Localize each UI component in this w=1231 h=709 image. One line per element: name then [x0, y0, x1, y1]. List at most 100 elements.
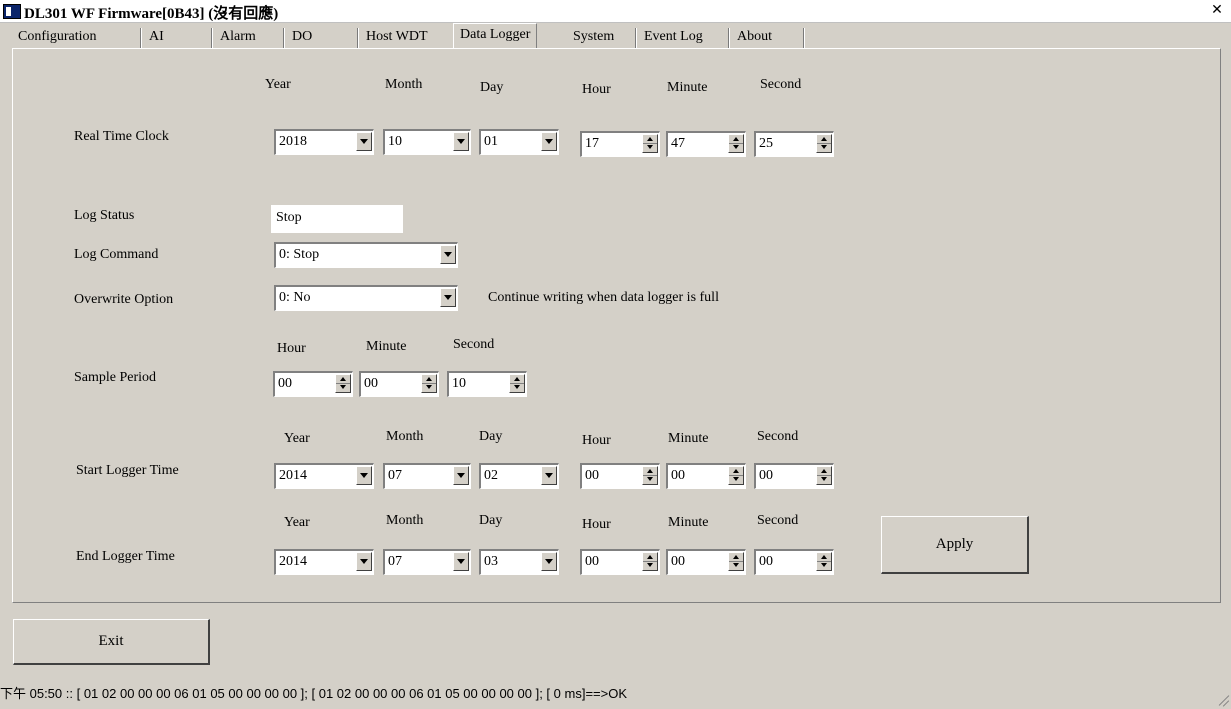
tab-separator: [728, 28, 730, 48]
tab-alarm[interactable]: Alarm: [214, 27, 262, 47]
overwrite-select[interactable]: 0: No: [274, 285, 458, 311]
overwrite-note: Continue writing when data logger is ful…: [488, 290, 719, 305]
start-year-select[interactable]: 2014: [274, 463, 374, 489]
start-time-label: Start Logger Time: [76, 463, 179, 478]
chevron-down-icon[interactable]: [541, 552, 557, 571]
chevron-down-icon[interactable]: [440, 288, 456, 307]
tab-host-wdt[interactable]: Host WDT: [360, 27, 434, 47]
start-day-value: 02: [484, 468, 498, 483]
apply-button[interactable]: Apply: [881, 516, 1029, 574]
start-day-select[interactable]: 02: [479, 463, 559, 489]
end-second-value: 00: [759, 554, 773, 569]
sample-second-header: Second: [453, 337, 495, 352]
tab-data-logger[interactable]: Data Logger: [453, 23, 538, 48]
rtc-second-spinner[interactable]: 25: [754, 131, 834, 157]
spinner-arrows-icon[interactable]: [816, 552, 832, 571]
end-minute-value: 00: [671, 554, 685, 569]
sample-hour-header: Hour: [277, 341, 306, 356]
chevron-down-icon[interactable]: [453, 466, 469, 485]
end-time-label: End Logger Time: [76, 549, 175, 564]
tab-event-log[interactable]: Event Log: [638, 27, 709, 47]
end-month-value: 07: [388, 554, 402, 569]
start-month-select[interactable]: 07: [383, 463, 471, 489]
end-day-select[interactable]: 03: [479, 549, 559, 575]
window-title: DL301 WF Firmware[0B43] (沒有回應): [24, 6, 279, 22]
tab-separator: [140, 28, 142, 48]
rtc-month-value: 10: [388, 134, 402, 149]
end-minute-spinner[interactable]: 00: [666, 549, 746, 575]
log-command-value: 0: Stop: [279, 247, 320, 262]
log-command-select[interactable]: 0: Stop: [274, 242, 458, 268]
start-hour-header: Hour: [582, 433, 611, 448]
log-status-field: Stop: [271, 205, 403, 233]
chevron-down-icon[interactable]: [356, 132, 372, 151]
spinner-arrows-icon[interactable]: [421, 374, 437, 393]
end-hour-value: 00: [585, 554, 599, 569]
end-month-select[interactable]: 07: [383, 549, 471, 575]
start-hour-spinner[interactable]: 00: [580, 463, 660, 489]
rtc-month-header: Month: [385, 77, 423, 92]
chevron-down-icon[interactable]: [453, 552, 469, 571]
tab-bar: Configuration AI Alarm DO Host WDT Data …: [12, 23, 912, 49]
chevron-down-icon[interactable]: [356, 466, 372, 485]
end-year-select[interactable]: 2014: [274, 549, 374, 575]
tab-configuration[interactable]: Configuration: [12, 27, 103, 47]
spinner-arrows-icon[interactable]: [728, 134, 744, 153]
sample-second-spinner[interactable]: 10: [447, 371, 527, 397]
start-minute-value: 00: [671, 468, 685, 483]
title-bar: DL301 WF Firmware[0B43] (沒有回應) ✕: [0, 0, 1231, 23]
log-status-label: Log Status: [74, 208, 135, 223]
spinner-arrows-icon[interactable]: [728, 552, 744, 571]
close-icon[interactable]: ✕: [1209, 2, 1225, 18]
end-hour-header: Hour: [582, 517, 611, 532]
end-second-header: Second: [757, 513, 799, 528]
chevron-down-icon[interactable]: [453, 132, 469, 151]
start-second-spinner[interactable]: 00: [754, 463, 834, 489]
sample-minute-spinner[interactable]: 00: [359, 371, 439, 397]
tab-do[interactable]: DO: [286, 27, 318, 47]
start-minute-spinner[interactable]: 00: [666, 463, 746, 489]
rtc-minute-header: Minute: [667, 80, 708, 95]
start-year-header: Year: [284, 431, 310, 446]
sample-hour-spinner[interactable]: 00: [273, 371, 353, 397]
spinner-arrows-icon[interactable]: [816, 134, 832, 153]
rtc-minute-spinner[interactable]: 47: [666, 131, 746, 157]
chevron-down-icon[interactable]: [440, 245, 456, 264]
rtc-year-select[interactable]: 2018: [274, 129, 374, 155]
rtc-month-select[interactable]: 10: [383, 129, 471, 155]
spinner-arrows-icon[interactable]: [509, 374, 525, 393]
spinner-arrows-icon[interactable]: [816, 466, 832, 485]
tab-separator: [803, 28, 805, 48]
status-line: 下午 05:50 :: [ 01 02 00 00 00 06 01 05 00…: [0, 686, 627, 701]
end-hour-spinner[interactable]: 00: [580, 549, 660, 575]
start-month-header: Month: [386, 429, 424, 444]
spinner-arrows-icon[interactable]: [642, 466, 658, 485]
tab-separator: [357, 28, 359, 48]
tab-system[interactable]: System: [567, 27, 620, 47]
rtc-year-value: 2018: [279, 134, 307, 149]
rtc-minute-value: 47: [671, 136, 685, 151]
tab-about[interactable]: About: [731, 27, 778, 47]
spinner-arrows-icon[interactable]: [728, 466, 744, 485]
rtc-second-value: 25: [759, 136, 773, 151]
exit-button[interactable]: Exit: [13, 619, 210, 665]
spinner-arrows-icon[interactable]: [642, 552, 658, 571]
chevron-down-icon[interactable]: [356, 552, 372, 571]
rtc-hour-header: Hour: [582, 82, 611, 97]
chevron-down-icon[interactable]: [541, 466, 557, 485]
end-minute-header: Minute: [668, 515, 709, 530]
rtc-hour-spinner[interactable]: 17: [580, 131, 660, 157]
rtc-day-select[interactable]: 01: [479, 129, 559, 155]
end-second-spinner[interactable]: 00: [754, 549, 834, 575]
start-second-value: 00: [759, 468, 773, 483]
tab-separator: [635, 28, 637, 48]
resize-grip-icon[interactable]: [1215, 693, 1229, 707]
chevron-down-icon[interactable]: [541, 132, 557, 151]
tab-ai[interactable]: AI: [143, 27, 170, 47]
spinner-arrows-icon[interactable]: [642, 134, 658, 153]
sample-second-value: 10: [452, 376, 466, 391]
sample-hour-value: 00: [278, 376, 292, 391]
end-day-header: Day: [479, 513, 503, 528]
data-logger-panel: Year Month Day Hour Minute Second Real T…: [12, 48, 1221, 603]
spinner-arrows-icon[interactable]: [335, 374, 351, 393]
